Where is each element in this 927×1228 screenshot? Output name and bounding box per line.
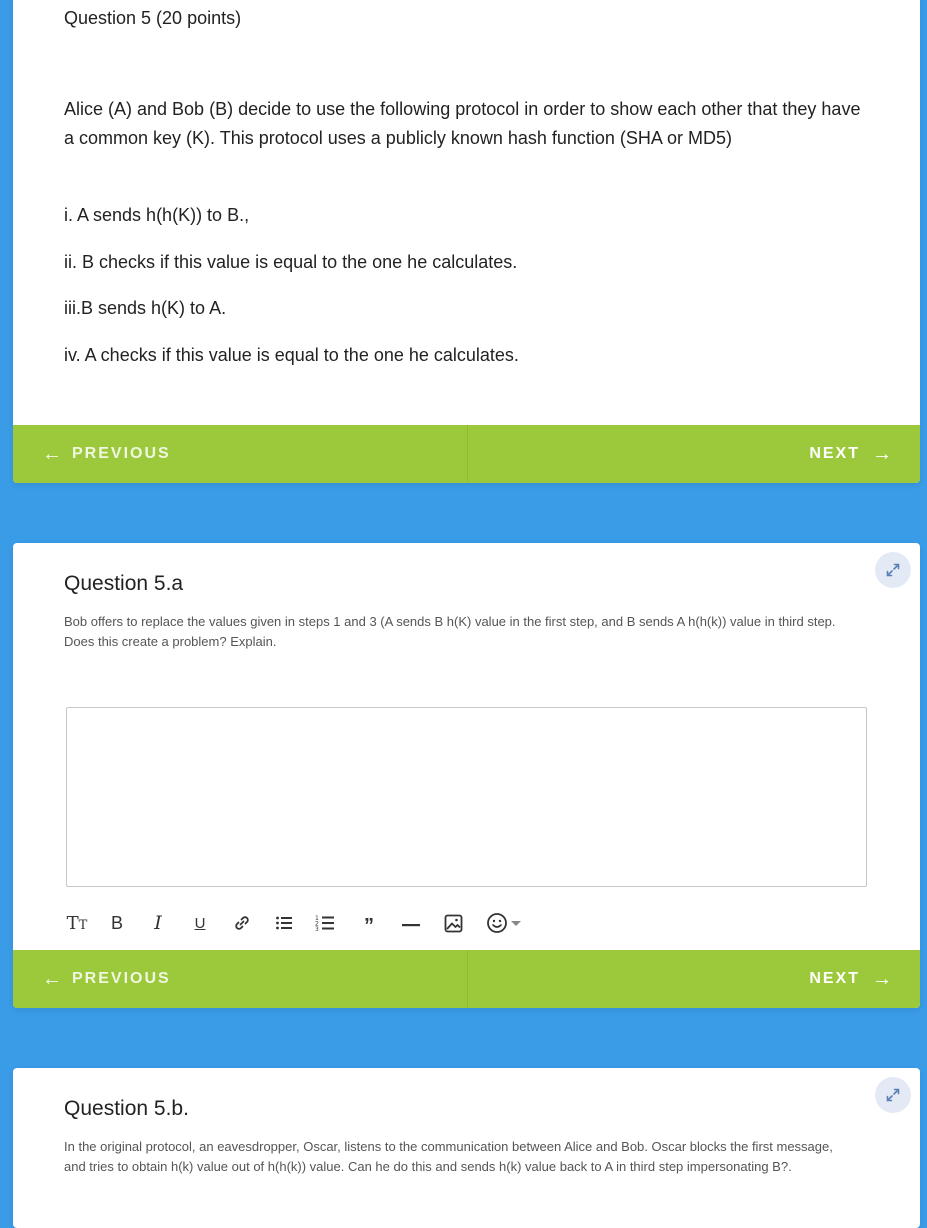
arrow-left-icon: ← [42, 967, 62, 990]
italic-icon: I [154, 912, 162, 934]
expand-button[interactable] [875, 1077, 911, 1113]
previous-label: PREVIOUS [72, 445, 171, 462]
expand-button[interactable] [875, 552, 911, 588]
question-5b-card: Question 5.b. In the original protocol, … [13, 1068, 920, 1228]
bold-button[interactable]: B [104, 909, 130, 937]
underline-button[interactable]: U [187, 909, 213, 937]
text-size-button[interactable]: TT [64, 909, 90, 937]
next-label: NEXT [809, 445, 860, 462]
question-title: Question 5.b. [64, 1097, 189, 1120]
arrow-right-icon: → [872, 442, 892, 465]
bulleted-list-icon [276, 916, 292, 930]
quote-button[interactable]: ” [356, 909, 382, 937]
arrow-left-icon: ← [42, 442, 62, 465]
protocol-step-3: iii.B sends h(K) to A. [64, 298, 227, 318]
svg-text:3: 3 [315, 926, 319, 933]
bulleted-list-button[interactable] [271, 909, 297, 937]
quote-icon: ” [364, 915, 374, 937]
question-5a-card: Question 5.a Bob offers to replace the v… [13, 543, 920, 1008]
protocol-step-1: i. A sends h(h(K)) to B., [64, 205, 250, 225]
navigation-bar: ← PREVIOUS NEXT → [13, 950, 920, 1008]
next-button[interactable]: NEXT → [468, 950, 921, 1008]
answer-textarea[interactable] [66, 707, 867, 887]
image-icon [444, 914, 462, 932]
text-size-icon: TT [66, 912, 88, 934]
question-description: Bob offers to replace the values given i… [64, 614, 836, 649]
numbered-list-icon: 1 2 3 [315, 915, 334, 933]
next-label: NEXT [809, 970, 860, 987]
link-button[interactable] [229, 909, 255, 937]
bold-icon: B [110, 912, 123, 933]
horizontal-rule-icon [402, 924, 420, 927]
protocol-step-2: ii. B checks if this value is equal to t… [64, 252, 518, 272]
numbered-list-button[interactable]: 1 2 3 [312, 909, 338, 937]
previous-button[interactable]: ← PREVIOUS [13, 425, 468, 483]
previous-label: PREVIOUS [72, 970, 171, 987]
emoji-icon [487, 913, 521, 933]
italic-button[interactable]: I [145, 909, 171, 937]
expand-icon [886, 563, 900, 577]
underline-icon: U [194, 914, 206, 932]
question-title: Question 5.a [64, 572, 184, 595]
previous-button[interactable]: ← PREVIOUS [13, 950, 468, 1008]
horizontal-rule-button[interactable] [398, 909, 424, 937]
question-description: In the original protocol, an eavesdroppe… [64, 1139, 833, 1174]
protocol-intro: Alice (A) and Bob (B) decide to use the … [64, 99, 861, 148]
next-button[interactable]: NEXT → [468, 425, 921, 483]
navigation-bar: ← PREVIOUS NEXT → [13, 425, 920, 483]
image-button[interactable] [440, 909, 466, 937]
arrow-right-icon: → [872, 967, 892, 990]
question-5-card: Question 5 (20 points) Alice (A) and Bob… [13, 0, 920, 483]
expand-icon [886, 1088, 900, 1102]
emoji-button[interactable] [482, 909, 530, 937]
question-header: Question 5 (20 points) [64, 8, 242, 28]
protocol-step-4: iv. A checks if this value is equal to t… [64, 345, 519, 365]
link-icon [235, 916, 249, 930]
